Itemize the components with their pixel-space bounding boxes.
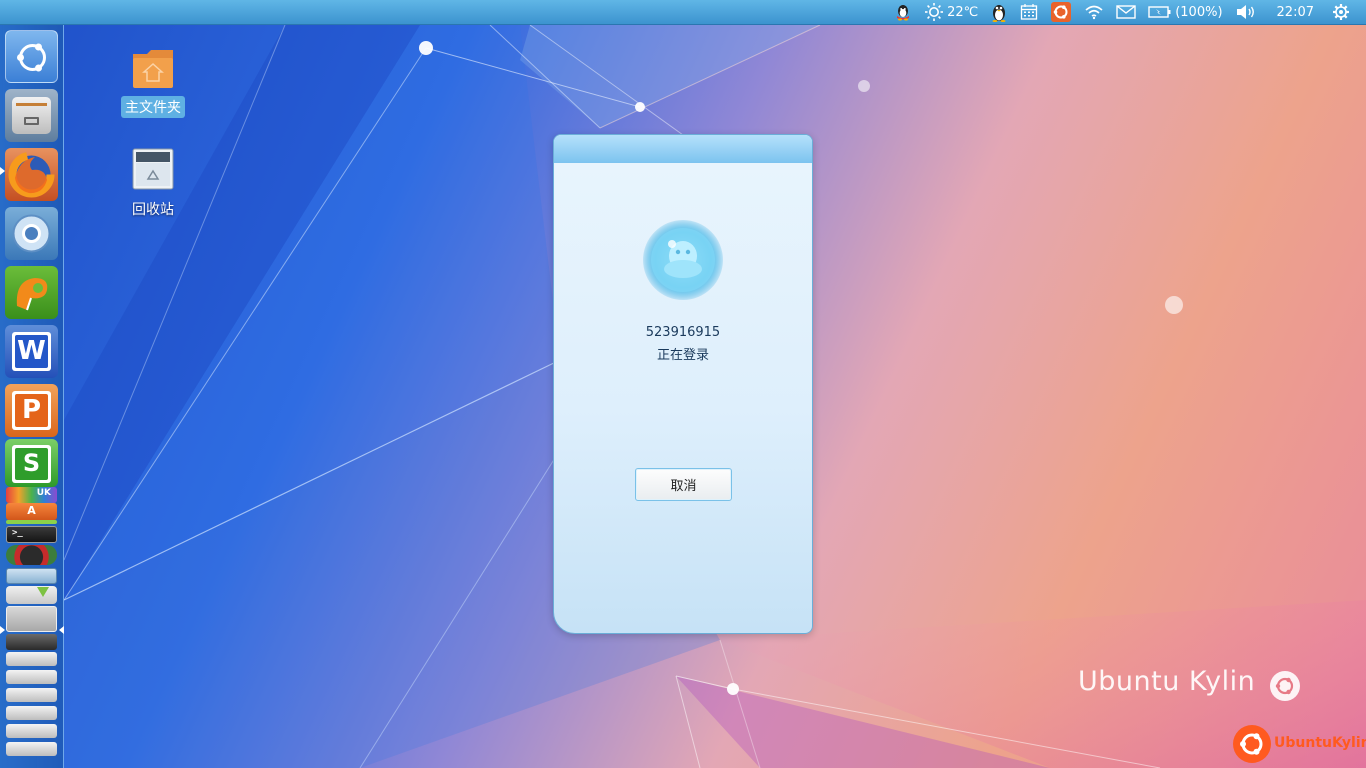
sun-icon — [925, 3, 944, 21]
qq-login-dialog: 523916915 正在登录 取消 — [553, 134, 813, 634]
ubuntu-kylin-watermark: Ubuntu Kylin — [1078, 666, 1256, 697]
software-updater-icon[interactable] — [1044, 0, 1078, 25]
volume-icon[interactable] — [1229, 0, 1263, 25]
weather-indicator[interactable]: 22℃ — [918, 0, 984, 25]
wifi-icon[interactable] — [1078, 0, 1110, 25]
downloads-icon[interactable] — [6, 586, 57, 604]
launcher: W P S UK A >_ — [0, 25, 64, 768]
ubuntu-kylin-logo-text: UbuntuKylin — [1274, 735, 1366, 751]
battery-icon — [1148, 6, 1171, 18]
qq-avatar-icon — [642, 219, 724, 301]
terminal-icon[interactable]: >_ — [6, 526, 57, 543]
dash-home-icon[interactable] — [5, 30, 58, 83]
disk-app-icon[interactable] — [6, 545, 57, 565]
ubuntu-kylin-youker-icon[interactable]: UK — [6, 487, 57, 503]
top-panel: 22℃ (100%) 22:07 — [0, 0, 1366, 25]
mail-icon[interactable] — [1110, 0, 1142, 25]
cancel-button[interactable]: 取消 — [635, 468, 732, 501]
image-viewer-icon[interactable] — [6, 568, 57, 584]
temperature-label: 22℃ — [947, 4, 979, 20]
desktop-trash-label: 回收站 — [132, 202, 174, 218]
workspace-switcher-icon[interactable] — [6, 606, 57, 632]
battery-indicator[interactable]: (100%) — [1142, 0, 1228, 25]
pydev-ide-icon[interactable] — [5, 266, 58, 319]
dialog-titlebar[interactable] — [554, 135, 812, 163]
home-folder-icon — [133, 50, 173, 88]
clock[interactable]: 22:07 — [1263, 0, 1326, 25]
desktop-home-folder-label: 主文件夹 — [121, 96, 185, 118]
software-center-icon[interactable]: A — [6, 503, 57, 520]
ubuntu-logo-icon — [1269, 670, 1301, 702]
desktop-home-folder[interactable]: 主文件夹 — [118, 46, 188, 118]
wps-presentation-icon[interactable]: P — [5, 384, 58, 437]
battery-percent: (100%) — [1175, 4, 1223, 20]
file-manager-icon[interactable] — [5, 89, 58, 142]
firefox-icon[interactable] — [5, 148, 58, 201]
calendar-indicator-icon[interactable] — [1014, 0, 1044, 25]
qq-tray-icon[interactable] — [888, 0, 918, 25]
login-status: 正在登录 — [656, 348, 709, 363]
tux-tray-icon[interactable] — [984, 0, 1014, 25]
ubuntu-kylin-logo-icon — [1232, 724, 1272, 764]
wps-writer-icon[interactable]: W — [5, 325, 58, 378]
chromium-icon[interactable] — [5, 207, 58, 260]
account-number: 523916915 — [645, 325, 721, 340]
session-gear-icon[interactable] — [1326, 0, 1356, 25]
trash-icon — [132, 148, 174, 190]
desktop-trash[interactable]: 回收站 — [118, 146, 188, 220]
wps-spreadsheet-icon[interactable]: S — [5, 439, 58, 487]
